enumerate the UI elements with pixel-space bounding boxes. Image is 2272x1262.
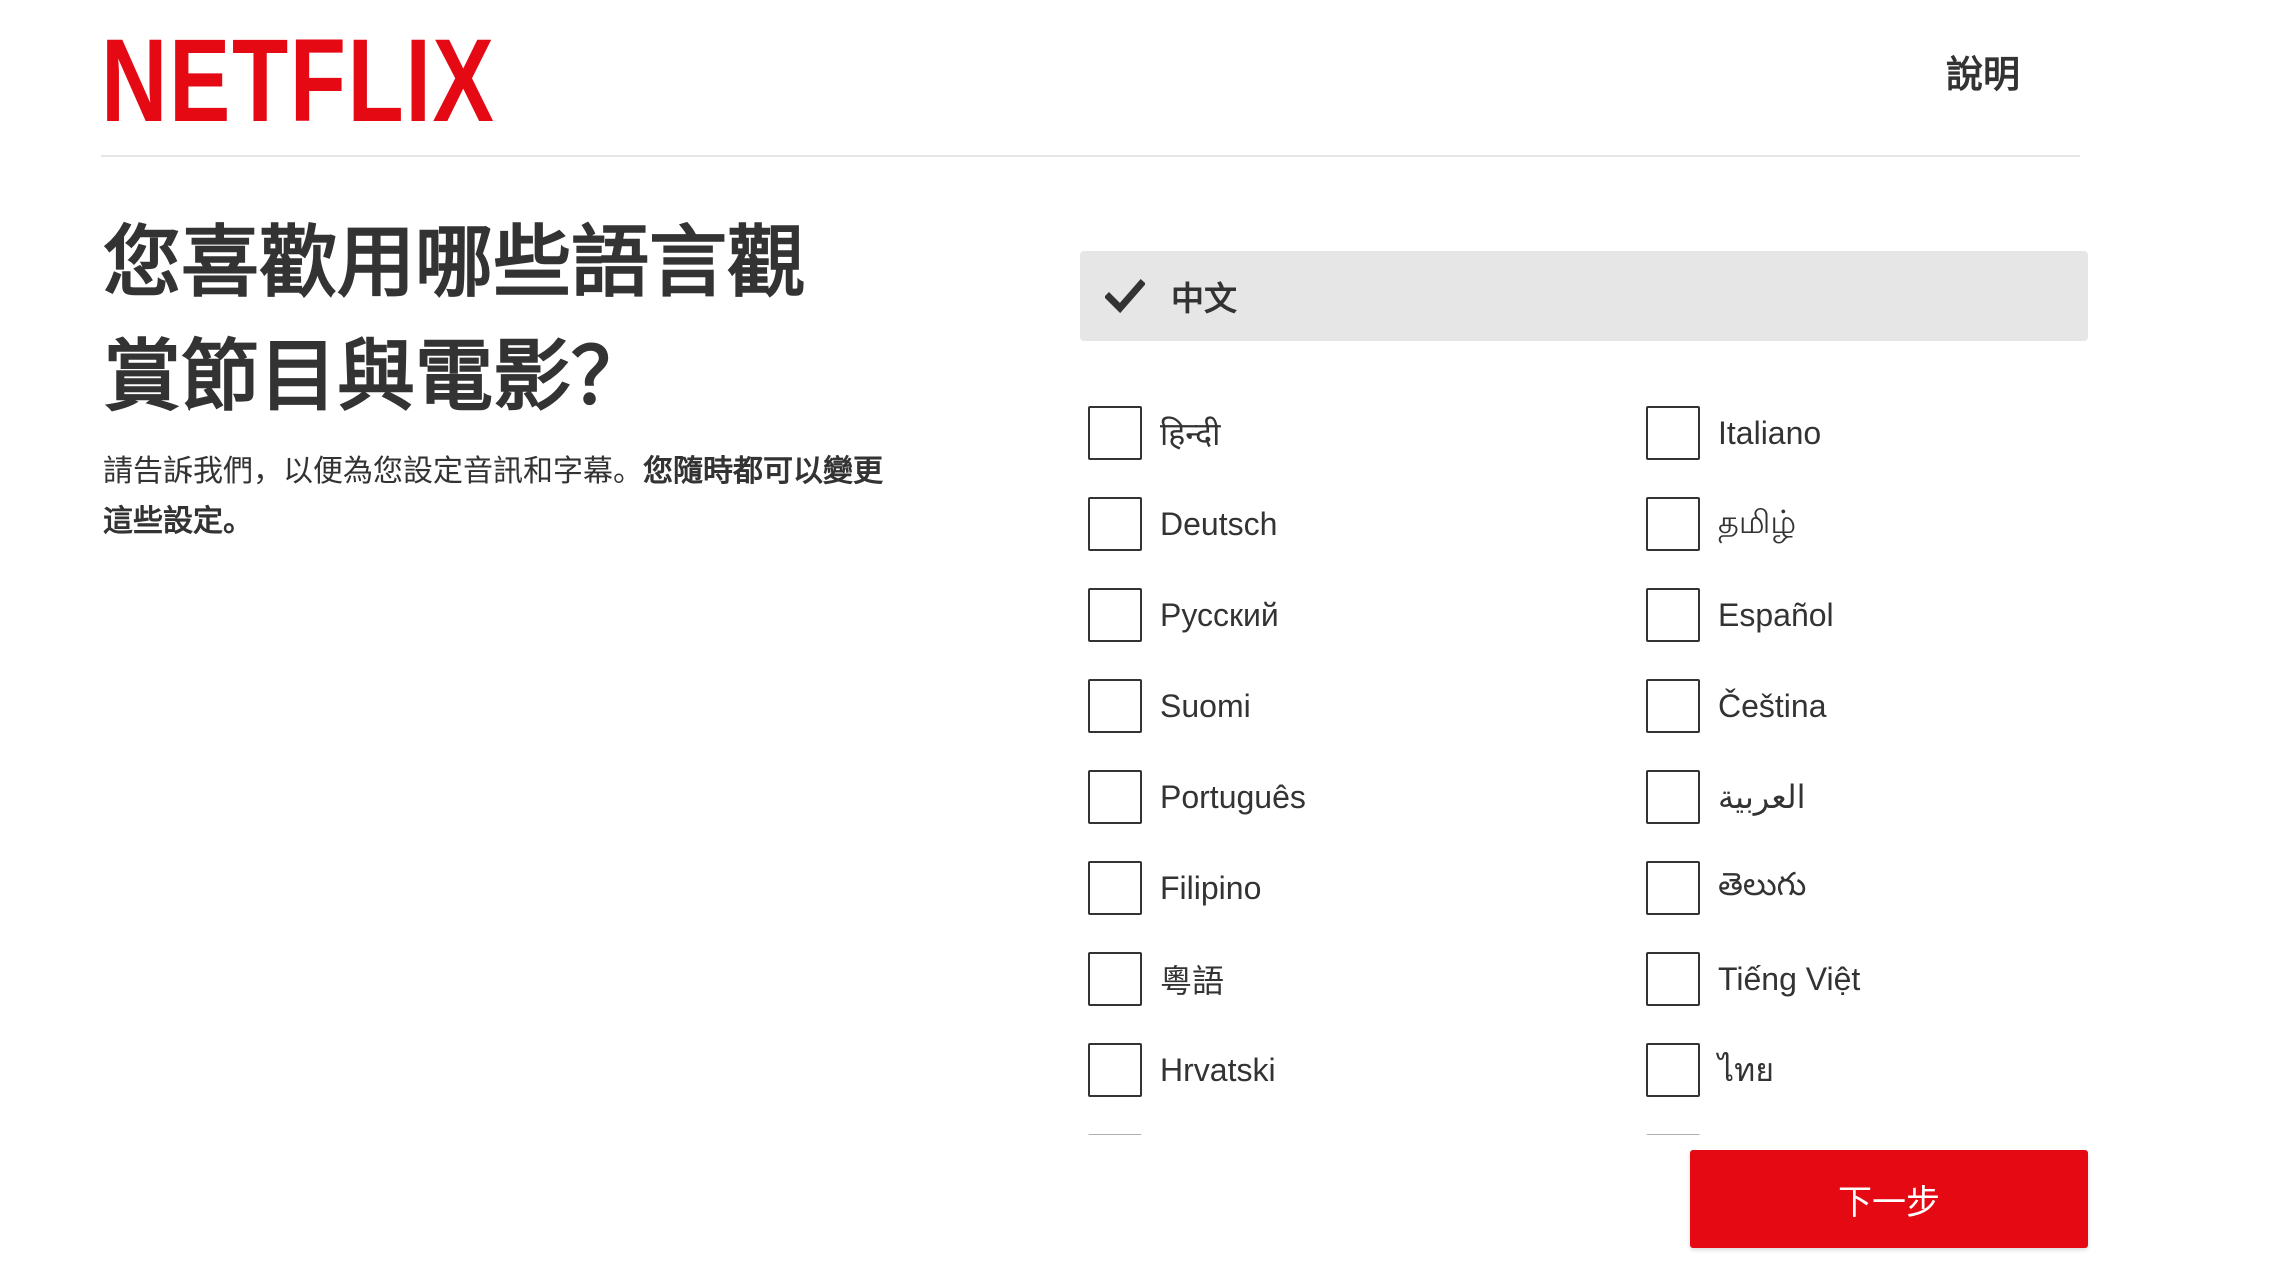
language-label: العربية — [1718, 779, 1806, 815]
language-label: Русский — [1160, 596, 1279, 633]
checkbox[interactable] — [1088, 497, 1142, 551]
checkbox[interactable] — [1088, 770, 1142, 824]
language-option[interactable]: Filipino — [1088, 860, 1261, 916]
page-title-line-2: 賞節目與電影？ — [103, 332, 650, 420]
list-fade — [1070, 1120, 2100, 1150]
page-title-line-1: 您喜歡用哪些語言觀 — [103, 218, 806, 306]
language-options-list[interactable]: हिन्दी Deutsch Русский Suomi Português F… — [1088, 405, 2088, 1135]
checkbox[interactable] — [1088, 952, 1142, 1006]
netflix-logo[interactable]: NETFLIX — [101, 22, 495, 140]
language-option[interactable]: Русский — [1088, 587, 1279, 643]
language-label: Filipino — [1160, 869, 1262, 906]
language-option[interactable]: Español — [1646, 587, 1834, 643]
language-option[interactable]: తెలుగు — [1646, 860, 1806, 916]
checkbox[interactable] — [1646, 861, 1700, 915]
checkbox[interactable] — [1088, 1043, 1142, 1097]
language-label: Español — [1718, 596, 1834, 633]
language-label: Čeština — [1718, 687, 1827, 724]
language-label: Suomi — [1160, 687, 1251, 724]
language-option[interactable]: Čeština — [1646, 678, 1827, 734]
header-divider — [101, 155, 2080, 157]
language-label: தமிழ் — [1718, 503, 1797, 540]
checkbox[interactable] — [1646, 1043, 1700, 1097]
language-label: Deutsch — [1160, 505, 1278, 542]
language-option[interactable]: ไทย — [1646, 1042, 1774, 1098]
checkbox[interactable] — [1646, 588, 1700, 642]
checkbox[interactable] — [1646, 497, 1700, 551]
language-label: Português — [1160, 778, 1306, 815]
checkmark-icon — [1105, 279, 1145, 314]
checkbox[interactable] — [1088, 406, 1142, 460]
language-option[interactable]: 粵語 — [1088, 951, 1224, 1007]
language-label: हिन्दी — [1160, 415, 1221, 452]
next-button[interactable]: 下一步 — [1690, 1150, 2088, 1248]
checkbox[interactable] — [1646, 952, 1700, 1006]
language-label: ไทย — [1718, 1051, 1774, 1088]
language-option[interactable]: Deutsch — [1088, 496, 1277, 552]
language-option[interactable]: Tiếng Việt — [1646, 951, 1860, 1007]
selected-language-option[interactable]: 中文 — [1080, 251, 2088, 341]
language-option[interactable]: Italiano — [1646, 405, 1821, 461]
language-option[interactable]: Hrvatski — [1088, 1042, 1276, 1098]
language-option[interactable]: Português — [1088, 769, 1306, 825]
language-label: Italiano — [1718, 414, 1822, 451]
language-option[interactable]: हिन्दी — [1088, 405, 1220, 461]
language-option[interactable]: தமிழ் — [1646, 496, 1796, 552]
language-label: Hrvatski — [1160, 1051, 1276, 1088]
language-label: తెలుగు — [1718, 865, 1807, 902]
language-option[interactable]: Suomi — [1088, 678, 1251, 734]
checkbox[interactable] — [1646, 406, 1700, 460]
language-option[interactable]: العربية — [1646, 769, 1805, 825]
checkbox[interactable] — [1646, 770, 1700, 824]
page-title: 您喜歡用哪些語言觀 賞節目與電影？ — [103, 205, 903, 433]
checkbox[interactable] — [1088, 588, 1142, 642]
checkbox[interactable] — [1088, 861, 1142, 915]
page-subtitle: 請告訴我們，以便為您設定音訊和字幕。您隨時都可以變更這些設定。 — [103, 447, 903, 547]
help-link[interactable]: 說明 — [1946, 44, 2020, 98]
language-label: 粵語 — [1160, 963, 1225, 999]
language-label: Tiếng Việt — [1718, 960, 1861, 997]
selected-language-label: 中文 — [1171, 280, 1237, 317]
checkbox[interactable] — [1646, 679, 1700, 733]
language-preferences-page: NETFLIX 說明 您喜歡用哪些語言觀 賞節目與電影？ 請告訴我們，以便為您設… — [0, 0, 2272, 1262]
subtitle-regular: 請告訴我們，以便為您設定音訊和字幕。 — [103, 455, 643, 488]
checkbox[interactable] — [1088, 679, 1142, 733]
